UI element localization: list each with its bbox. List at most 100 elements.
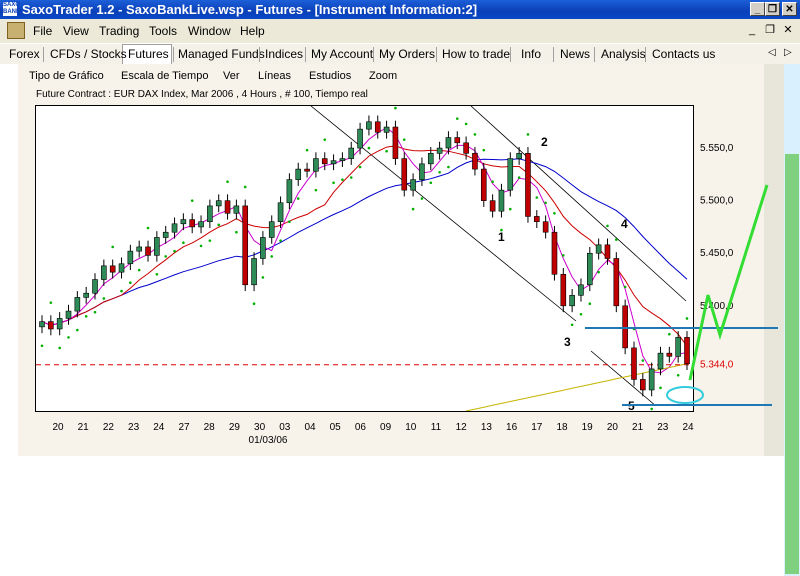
tab-analysis[interactable]: Analysis [601,47,646,61]
tab-forex[interactable]: Forex [9,47,40,61]
candle-body [127,250,134,265]
instrument-tab-bar: Forex CFDs / Stocks Futures Managed Fund… [0,43,800,66]
candle-body [251,258,257,286]
candle-body [180,219,187,225]
candle-body [613,258,620,307]
candle-body [83,292,89,298]
channel-line-lower [590,350,657,407]
menu-trading[interactable]: Trading [99,24,139,38]
tab-info[interactable]: Info [521,47,541,61]
window-title: SaxoTrader 1.2 - SaxoBankLive.wsp - Futu… [22,2,478,17]
candle-body [445,137,452,149]
candle-body [233,205,240,214]
x-tick-label: 09 [380,422,392,433]
candle-body [419,163,425,180]
chart-window: Tipo de Gráfico Escala de Tiempo Ver Lín… [18,64,764,456]
parabolic-sar-dot [349,176,353,179]
tab-indices[interactable]: Indices [265,47,303,61]
candle-body [463,142,469,154]
tab-contacts-us[interactable]: Contacts us [652,47,715,61]
tab-futures[interactable]: Futures [128,47,169,61]
candle-body [410,179,416,191]
document-icon[interactable] [7,22,25,39]
menu-help[interactable]: Help [240,24,265,38]
candle-body [684,337,690,364]
candle-body [162,231,169,238]
candle-body [136,246,142,252]
menu-window[interactable]: Window [188,24,231,38]
price-chart[interactable]: 1 2 3 4 5 [35,105,694,412]
parabolic-sar-dot [182,241,185,245]
x-tick-label: 20 [52,422,64,433]
parabolic-sar-dot [553,211,556,215]
zoom-menu[interactable]: Zoom [369,70,397,82]
candle-body [480,168,487,201]
menu-view[interactable]: View [63,24,89,38]
parabolic-sar-dot [226,180,229,184]
time-scale-menu[interactable]: Escala de Tiempo [121,70,208,82]
restore-button[interactable]: ❐ [765,2,780,16]
parabolic-sar-dot [279,239,282,242]
candle-body [109,265,116,273]
candle-body [268,221,275,238]
candle-body [189,219,196,228]
parabolic-sar-dot [455,117,459,120]
parabolic-sar-dot [296,197,300,200]
candle-body [454,137,461,144]
right-margin [764,64,784,456]
tab-cfds-stocks[interactable]: CFDs / Stocks [50,47,127,61]
downtrend-line-left [310,106,577,322]
x-tick-label: 20 [607,422,619,433]
candle-body [198,221,204,228]
x-tick-label: 04 [304,422,316,433]
lines-menu[interactable]: Líneas [258,70,291,82]
x-tick-label: 19 [582,422,594,433]
tab-my-account[interactable]: My Account [311,47,373,61]
parabolic-sar-dot [243,185,247,189]
candle-body [657,352,664,370]
tab-news[interactable]: News [560,47,590,61]
parabolic-sar-dot [199,244,203,248]
y-tick-label: 5.500,0 [700,196,734,207]
scrollbar-thumb[interactable] [785,154,799,574]
candle-body [622,305,628,349]
tab-my-orders[interactable]: My Orders [379,47,435,61]
candle-body [587,252,593,286]
parabolic-sar-dot [93,310,97,314]
parabolic-sar-dot [235,230,238,234]
tab-scroll-right-icon[interactable]: ▷ [784,47,792,58]
candle-body [640,379,646,391]
x-tick-label: 24 [682,422,694,433]
candle-body [675,337,681,357]
tab-scroll-left-icon[interactable]: ◁ [768,47,776,58]
mdi-minimize-button[interactable]: _ [744,23,760,38]
candle-body [383,126,390,133]
parabolic-sar-dot [155,272,159,276]
candle-body [516,153,522,159]
menu-file[interactable]: File [33,24,52,38]
y-tick-label: 5.550,0 [700,143,734,154]
minimize-button[interactable]: _ [750,2,765,16]
close-button[interactable]: ✕ [782,2,797,16]
menu-tools[interactable]: Tools [149,24,177,38]
view-menu[interactable]: Ver [223,70,240,82]
x-tick-label: 27 [178,422,190,433]
vertical-scrollbar[interactable] [784,64,800,576]
tab-separator [553,47,554,62]
mdi-restore-button[interactable]: ❐ [762,23,778,38]
candle-body [295,168,302,180]
chart-type-menu[interactable]: Tipo de Gráfico [29,70,104,82]
tab-managed-funds[interactable]: Managed Funds [178,47,265,61]
mdi-close-button[interactable]: ✕ [780,23,796,38]
wave-label-2: 2 [541,135,548,149]
x-tick-label: 28 [204,422,216,433]
candle-body [525,153,531,217]
parabolic-sar-dot [261,276,265,279]
tab-how-to-trade[interactable]: How to trade [442,47,510,61]
candle-body [321,158,328,165]
parabolic-sar-dot [40,344,44,348]
parabolic-sar-dot [464,122,468,126]
x-tick-label: 24 [153,422,165,433]
candle-body [489,200,496,212]
studies-menu[interactable]: Estudios [309,70,351,82]
